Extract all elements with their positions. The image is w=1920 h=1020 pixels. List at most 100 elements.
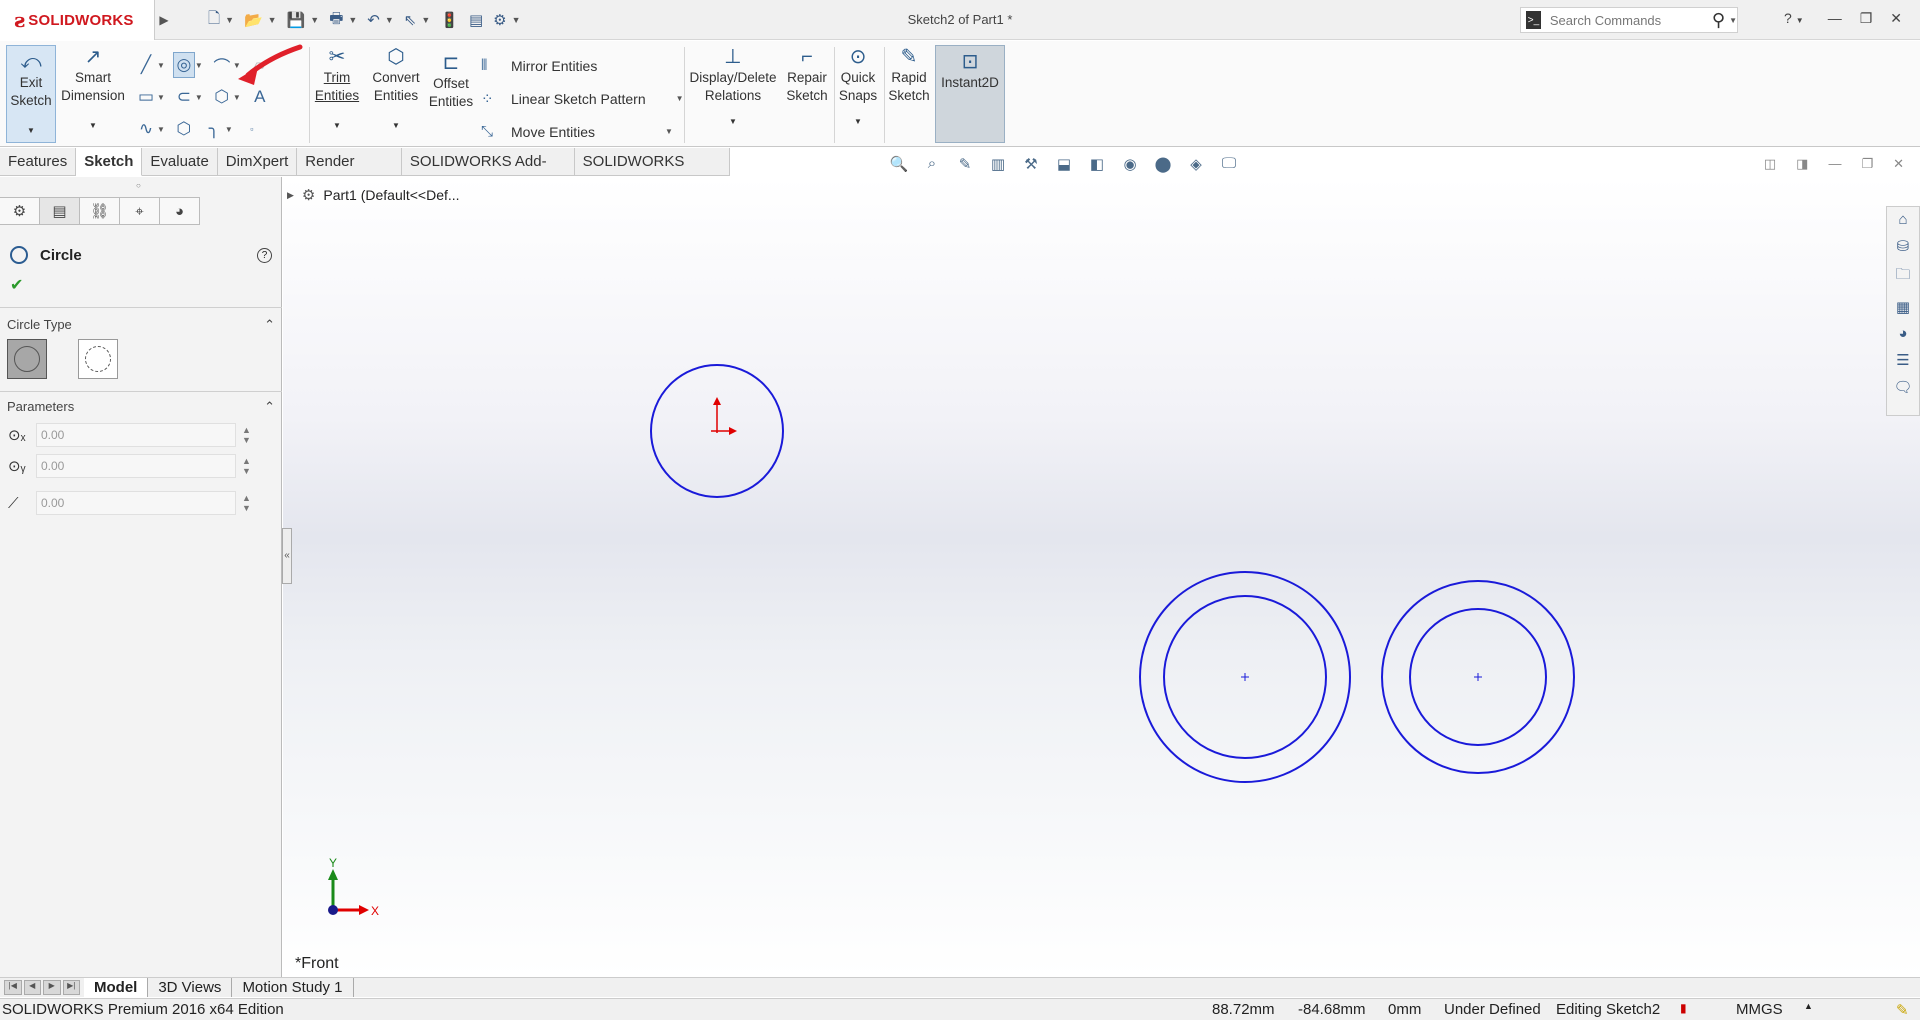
options-button[interactable]: ⚙ ▼ xyxy=(490,8,523,32)
spinner-icon[interactable]: ▲ ▼ xyxy=(242,425,251,445)
chevron-down-icon[interactable]: ▼ xyxy=(392,117,400,135)
first-tab-icon[interactable]: |◀ xyxy=(4,980,22,995)
dimxpert-manager-tab-icon[interactable]: ⌖ xyxy=(120,197,160,225)
search-input[interactable] xyxy=(1549,12,1710,28)
solidworks-logo[interactable]: ƨ SOLIDWORKS xyxy=(0,0,155,40)
print-button[interactable]: 🖶 ▼ xyxy=(326,8,360,32)
section-view-icon[interactable]: ▥ xyxy=(987,155,1009,173)
chevron-down-icon[interactable]: ▼ xyxy=(676,94,684,103)
parameters-section-header[interactable]: Parameters ⌃ xyxy=(7,399,275,417)
zoom-to-area-icon[interactable]: ⌕ xyxy=(921,155,943,173)
line-icon[interactable]: ╱ xyxy=(135,55,157,75)
chevron-down-icon[interactable]: ▼ xyxy=(268,15,277,25)
chevron-down-icon[interactable]: ▼ xyxy=(854,113,862,131)
search-icon[interactable]: ⚲ xyxy=(1712,10,1725,31)
chevron-down-icon[interactable]: ▼ xyxy=(729,113,737,131)
collapse-chevron-icon[interactable]: ⌃ xyxy=(264,317,275,335)
display-delete-relations-button[interactable]: ⊥ Display/Delete Relations ▼ xyxy=(688,45,778,131)
forum-icon[interactable]: 🗨 xyxy=(1893,378,1912,396)
help-icon[interactable]: ? xyxy=(257,247,272,263)
rebuild-status-icon[interactable]: ▮ xyxy=(1680,1001,1687,1015)
save-button[interactable]: 💾 ▼ xyxy=(284,8,323,32)
chevron-down-icon[interactable]: ▼ xyxy=(27,122,35,140)
view-settings-icon[interactable]: 🖵 xyxy=(1218,155,1240,173)
viewport-restore-icon[interactable]: ◫ xyxy=(1764,156,1776,172)
sketch-canvas[interactable]: Y X xyxy=(283,177,1920,977)
exit-sketch-button[interactable]: ⤺ Exit Sketch ▼ xyxy=(6,45,56,143)
select-button[interactable]: ⇖ ▼ xyxy=(401,8,434,32)
hexagon-icon[interactable]: ⬡ xyxy=(173,119,195,139)
spline-icon[interactable]: ∿ xyxy=(135,119,157,139)
custom-properties-icon[interactable]: ☰ xyxy=(1896,351,1909,369)
chevron-down-icon[interactable]: ▼ xyxy=(310,15,319,25)
viewport-split-icon[interactable]: ◨ xyxy=(1796,156,1808,172)
circle-tool-icon[interactable]: ◎ xyxy=(172,52,195,78)
tab-features[interactable]: Features xyxy=(0,148,77,176)
chevron-down-icon[interactable]: ▼ xyxy=(333,117,341,135)
center-x-input[interactable] xyxy=(36,423,236,447)
rapid-sketch-button[interactable]: ✎ Rapid Sketch xyxy=(886,45,932,105)
expand-arrow-icon[interactable]: ▶ xyxy=(287,190,294,201)
viewport-minimize-icon[interactable]: — xyxy=(1828,156,1841,172)
previous-view-icon[interactable]: ✎ xyxy=(954,155,976,173)
repair-sketch-button[interactable]: ⌐ Repair Sketch xyxy=(782,45,832,105)
quick-snaps-button[interactable]: ⊙ Quick Snaps ▼ xyxy=(836,45,880,131)
move-entities-button[interactable]: ⤡ Move Entities ▼ xyxy=(481,115,684,148)
ok-checkmark-button[interactable]: ✔ xyxy=(10,275,23,295)
view-orientation-icon[interactable]: ⬓ xyxy=(1053,155,1075,173)
design-library-icon[interactable]: 🗀 xyxy=(1895,264,1910,289)
hide-show-icon[interactable]: ◉ xyxy=(1119,155,1141,173)
tab-3d-views[interactable]: 3D Views xyxy=(148,978,233,997)
open-button[interactable]: 📂 ▼ xyxy=(241,8,280,32)
edit-appearance-icon[interactable]: ⬤ xyxy=(1152,155,1174,173)
tab-dimxpert[interactable]: DimXpert xyxy=(217,148,298,176)
chevron-down-icon[interactable]: ▼ xyxy=(421,15,430,25)
feature-tree-root[interactable]: Part1 (Default<<Def... xyxy=(323,187,459,203)
chevron-down-icon[interactable]: ▼ xyxy=(665,127,673,136)
graphics-area[interactable]: Y X xyxy=(283,177,1920,977)
center-circle-button[interactable] xyxy=(7,339,47,379)
center-y-input[interactable] xyxy=(36,454,236,478)
apply-scene-icon[interactable]: ◈ xyxy=(1185,155,1207,173)
feature-manager-tab-icon[interactable]: ⚙ xyxy=(0,197,40,225)
tab-motion-study-1[interactable]: Motion Study 1 xyxy=(232,978,354,997)
panel-splitter-handle[interactable]: « xyxy=(282,528,292,584)
radius-input[interactable] xyxy=(36,491,236,515)
help-button[interactable]: ? ▼ xyxy=(1784,10,1804,26)
appearances-icon[interactable]: ◕ xyxy=(1898,325,1907,342)
instant2d-button[interactable]: ⊡ Instant2D xyxy=(935,45,1005,143)
property-manager-tab-icon[interactable]: ▤ xyxy=(40,197,80,225)
tab-evaluate[interactable]: Evaluate xyxy=(142,148,218,176)
perimeter-circle-button[interactable] xyxy=(78,339,118,379)
chevron-down-icon[interactable]: ▼ xyxy=(89,117,97,135)
tab-sketch[interactable]: Sketch xyxy=(76,148,143,176)
chevron-down-icon[interactable]: ▼ xyxy=(157,93,165,102)
fillet-icon[interactable]: ╮ xyxy=(203,119,225,139)
configuration-manager-tab-icon[interactable]: ⛓ xyxy=(80,197,120,225)
tab-solidworks-addins[interactable]: SOLIDWORKS Add-Ins xyxy=(401,148,575,197)
linear-sketch-pattern-button[interactable]: ⁘ Linear Sketch Pattern ▼ xyxy=(481,82,684,115)
tab-render-tools[interactable]: Render Tools xyxy=(297,148,402,197)
tab-solidworks-mbd[interactable]: SOLIDWORKS MBD xyxy=(574,148,730,197)
paperclip-icon[interactable]: ✎ xyxy=(1896,1001,1909,1019)
offset-entities-button[interactable]: ⊏ Offset Entities xyxy=(428,45,474,111)
tab-model[interactable]: Model xyxy=(84,978,149,997)
display-style-icon[interactable]: ◧ xyxy=(1086,155,1108,173)
chevron-down-icon[interactable]: ▼ xyxy=(348,15,357,25)
trim-entities-button[interactable]: ✂ Trim Entities ▼ xyxy=(312,45,362,135)
convert-entities-button[interactable]: ⬡ Convert Entities ▼ xyxy=(366,45,426,135)
polygon-icon[interactable]: ⬡ xyxy=(211,87,233,107)
chevron-down-icon[interactable]: ▼ xyxy=(225,125,233,134)
file-properties-button[interactable]: ▤ xyxy=(466,8,486,32)
text-icon[interactable]: A xyxy=(249,87,271,107)
menu-expand-icon[interactable]: ▶ xyxy=(157,8,171,32)
undo-button[interactable]: ↶ ▼ xyxy=(364,8,397,32)
restore-icon[interactable]: ❐ xyxy=(1860,10,1873,27)
last-tab-icon[interactable]: ▶| xyxy=(62,980,80,995)
viewport-close-icon[interactable]: ✕ xyxy=(1893,156,1904,172)
mirror-entities-button[interactable]: ⫴ Mirror Entities xyxy=(481,49,684,82)
rectangle-icon[interactable]: ▭ xyxy=(135,87,157,107)
chevron-down-icon[interactable]: ▼ xyxy=(195,93,203,102)
chevron-down-icon[interactable]: ▼ xyxy=(1729,16,1737,25)
zoom-to-fit-icon[interactable]: 🔍 xyxy=(888,155,910,173)
